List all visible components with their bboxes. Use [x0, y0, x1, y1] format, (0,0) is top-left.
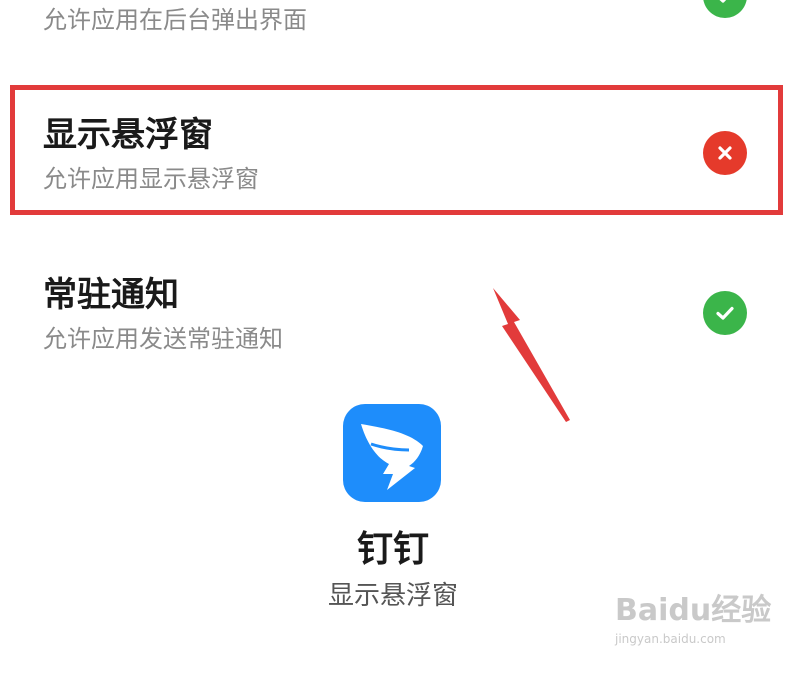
permission-row-persistent-notification[interactable]: 常驻通知 允许应用发送常驻通知	[0, 250, 802, 370]
app-name: 钉钉	[356, 529, 429, 570]
baidu-watermark: Baidu经验 jingyan.baidu.com	[615, 593, 772, 647]
permission-row-background-popup[interactable]: 允许应用在后台弹出界面	[0, 0, 802, 70]
permission-settings-page: 允许应用在后台弹出界面 显示悬浮窗 允许应用显示悬浮窗 常驻通知 允许应用发送常…	[0, 0, 802, 675]
allowed-check-icon[interactable]	[703, 0, 747, 18]
annotation-arrow-icon	[493, 288, 570, 422]
watermark-url: jingyan.baidu.com	[615, 632, 726, 646]
permission-description: 允许应用在后台弹出界面	[43, 6, 307, 34]
watermark-logo: Baidu经验	[615, 593, 772, 628]
allowed-check-icon[interactable]	[703, 291, 747, 335]
highlight-annotation-box	[10, 85, 783, 215]
permission-description: 允许应用发送常驻通知	[43, 325, 283, 353]
permission-title: 常驻通知	[43, 275, 179, 315]
dingtalk-icon	[343, 404, 441, 502]
